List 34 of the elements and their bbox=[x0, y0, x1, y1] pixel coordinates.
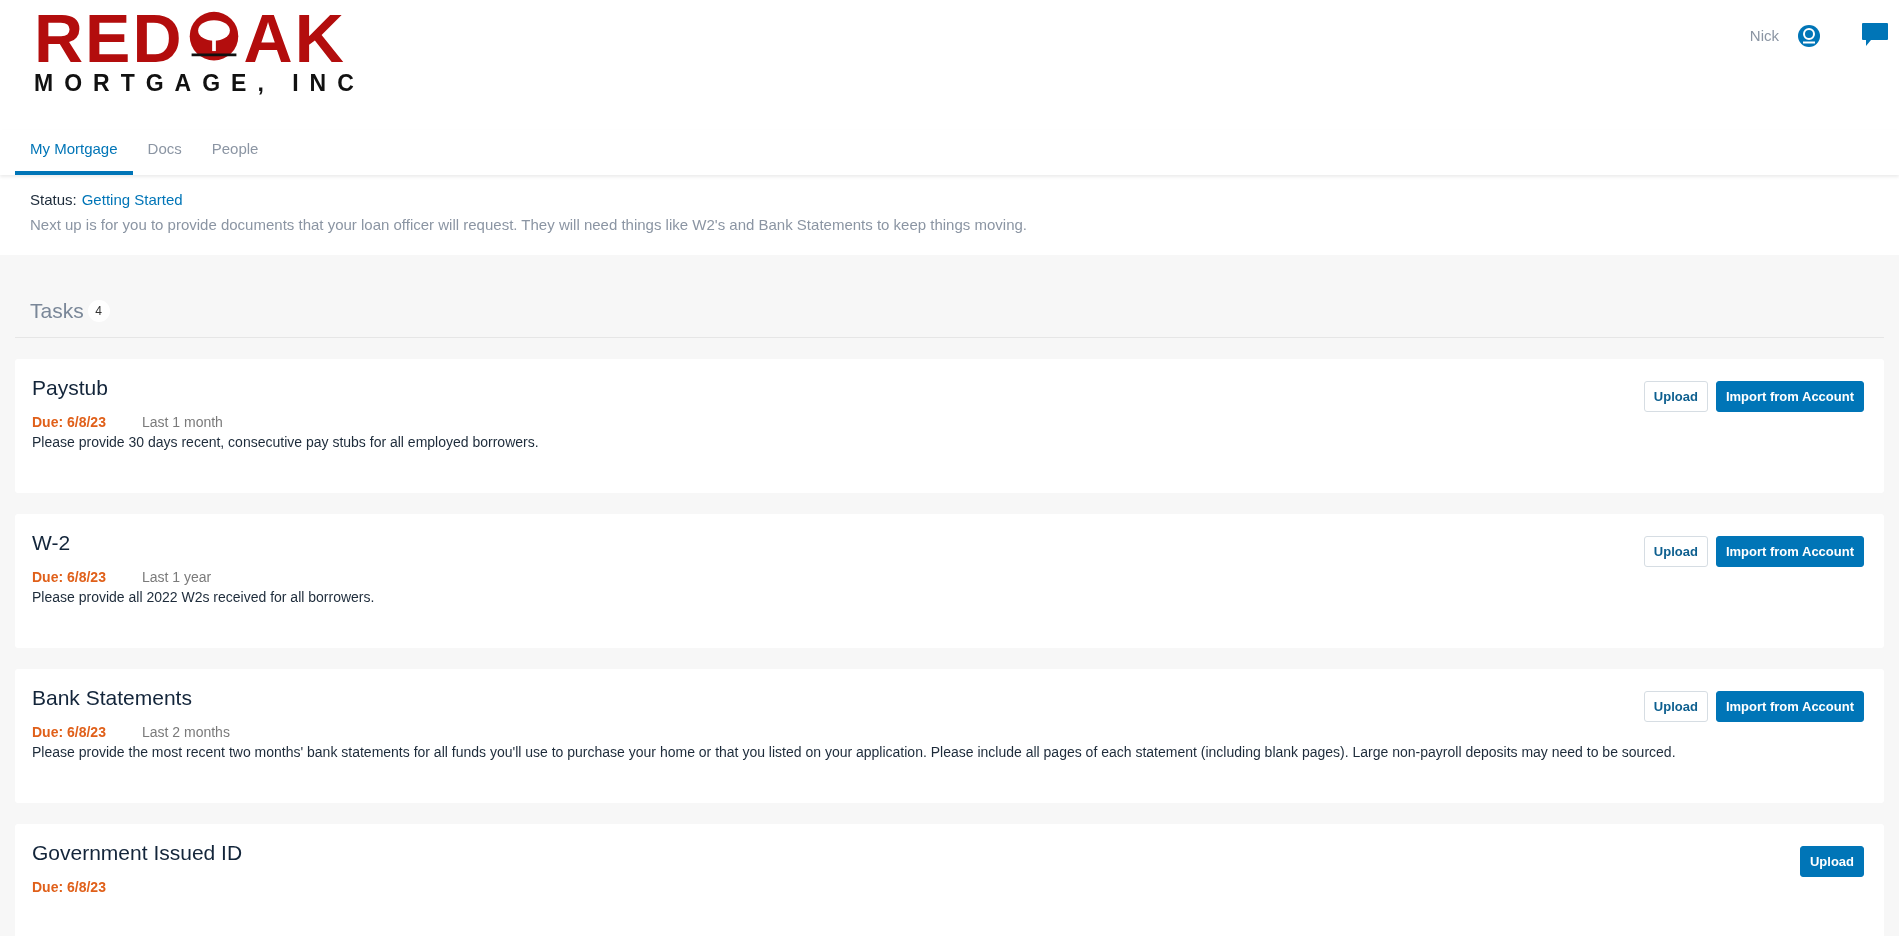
primary-button[interactable]: Upload bbox=[1799, 846, 1864, 877]
tasks-heading: Tasks bbox=[30, 299, 84, 323]
due-date: Due: 6/8/23 bbox=[32, 724, 106, 740]
logo-text: RED bbox=[34, 8, 184, 68]
task-description: Please provide the most recent two months' bank statements for all funds you'll use to purchase your home or that you listed on your application. Please include all pages of each statement (including blank pages). Large non-payroll deposits may need to be sourced. bbox=[32, 744, 1677, 760]
task-title: Government Issued ID bbox=[32, 841, 243, 865]
task-period: Last 1 year bbox=[141, 569, 212, 585]
task-period: Last 2 months bbox=[141, 724, 230, 740]
due-date: Due: 6/8/23 bbox=[32, 414, 106, 430]
user-name: Nick bbox=[1749, 26, 1779, 44]
status-label: Status: bbox=[30, 191, 77, 208]
status-description: Next up is for you to provide documents that your loan officer will request. They will need things like W2's and Bank Statements to keep things moving. bbox=[30, 216, 1028, 233]
task-description: Please provide 30 days recent, consecutive pay stubs for all employed borrowers. bbox=[32, 434, 540, 450]
outline-button[interactable]: Upload bbox=[1643, 381, 1708, 412]
status-value: Getting Started bbox=[81, 191, 183, 208]
outline-button[interactable]: Upload bbox=[1643, 691, 1708, 722]
task-period: Last 1 month bbox=[141, 414, 223, 430]
chat-icon[interactable] bbox=[1861, 22, 1889, 48]
tab[interactable]: Docs bbox=[132, 130, 197, 175]
task-title: Bank Statements bbox=[32, 686, 192, 710]
user-avatar-icon[interactable] bbox=[1797, 24, 1821, 48]
primary-button[interactable]: Import from Account bbox=[1715, 381, 1864, 412]
outline-button[interactable]: Upload bbox=[1643, 536, 1708, 567]
task-title: W-2 bbox=[32, 531, 71, 555]
task-title: Paystub bbox=[32, 376, 108, 400]
primary-button[interactable]: Import from Account bbox=[1715, 536, 1864, 567]
due-date: Due: 6/8/23 bbox=[32, 879, 106, 895]
primary-button[interactable]: Import from Account bbox=[1715, 691, 1864, 722]
logo-tagline: MORTGAGE, INC bbox=[34, 70, 365, 97]
task-count-badge: 4 bbox=[87, 300, 110, 322]
task-description: Please provide all 2022 W2s received for all borrowers. bbox=[32, 589, 376, 605]
tab[interactable]: People bbox=[196, 130, 274, 175]
logo-text: AK bbox=[243, 8, 346, 68]
due-date: Due: 6/8/23 bbox=[32, 569, 106, 585]
